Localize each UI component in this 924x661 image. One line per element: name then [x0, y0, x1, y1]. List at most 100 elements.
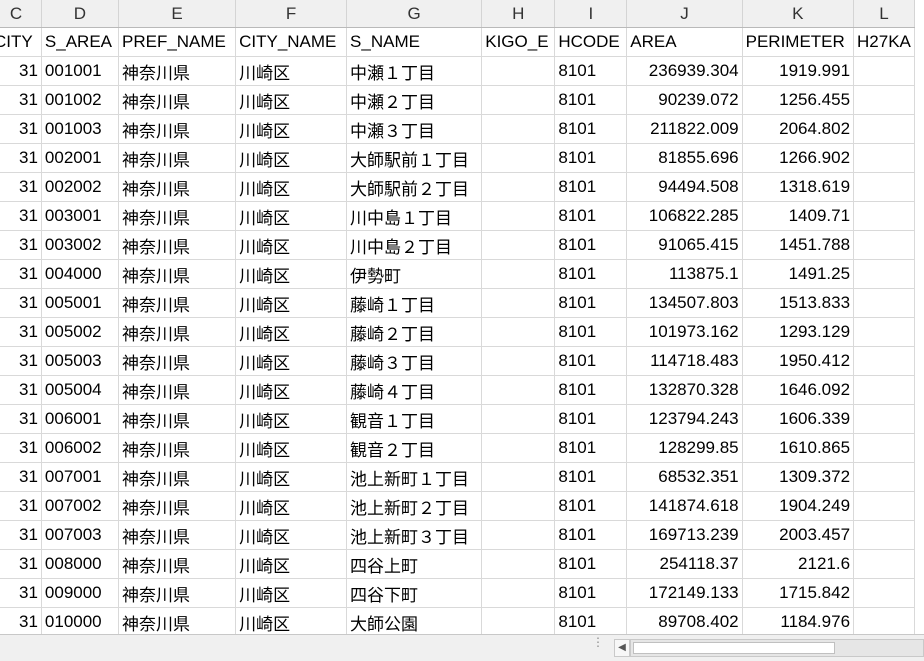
- h27ka-cell[interactable]: [853, 491, 915, 521]
- h27ka-cell[interactable]: [853, 288, 915, 318]
- s-name-cell[interactable]: 四谷下町: [346, 578, 483, 608]
- kigo-e-cell[interactable]: [481, 607, 556, 634]
- s-name-cell[interactable]: 中瀬３丁目: [346, 114, 483, 144]
- s-name-cell[interactable]: 藤崎３丁目: [346, 346, 483, 376]
- s-name-cell[interactable]: 池上新町２丁目: [346, 491, 483, 521]
- city-cell[interactable]: 31: [0, 578, 42, 608]
- s-area-cell[interactable]: 008000: [41, 549, 119, 579]
- s-area-cell[interactable]: 006002: [41, 433, 119, 463]
- city-cell[interactable]: 31: [0, 375, 42, 405]
- kigo-e-cell[interactable]: [481, 375, 556, 405]
- pref-name-cell[interactable]: 神奈川県: [118, 143, 237, 173]
- s-name-cell[interactable]: 川中島１丁目: [346, 201, 483, 231]
- city-name-cell[interactable]: 川崎区: [235, 491, 348, 521]
- area-cell[interactable]: 172149.133: [626, 578, 743, 608]
- area-cell[interactable]: 123794.243: [626, 404, 743, 434]
- perimeter-cell[interactable]: 1318.619: [742, 172, 855, 202]
- scroll-left-button[interactable]: ◀: [614, 639, 630, 657]
- hcode-cell[interactable]: 8101: [554, 259, 628, 289]
- h27ka-cell[interactable]: [853, 607, 915, 634]
- perimeter-cell[interactable]: 1606.339: [742, 404, 855, 434]
- h27ka-cell[interactable]: [853, 375, 915, 405]
- pref-name-cell[interactable]: 神奈川県: [118, 346, 237, 376]
- s-area-cell[interactable]: 005001: [41, 288, 119, 318]
- perimeter-cell[interactable]: 1266.902: [742, 143, 855, 173]
- s-area-cell[interactable]: 002001: [41, 143, 119, 173]
- h27ka-cell[interactable]: [853, 549, 915, 579]
- hcode-cell[interactable]: 8101: [554, 143, 628, 173]
- s-area-cell[interactable]: 005003: [41, 346, 119, 376]
- s-area-cell[interactable]: 001003: [41, 114, 119, 144]
- s-area-cell[interactable]: 007003: [41, 520, 119, 550]
- city-cell[interactable]: 31: [0, 201, 42, 231]
- area-cell[interactable]: 132870.328: [626, 375, 743, 405]
- city-cell[interactable]: 31: [0, 317, 42, 347]
- column-header-d[interactable]: D: [41, 0, 119, 28]
- area-cell[interactable]: 101973.162: [626, 317, 743, 347]
- hcode-cell[interactable]: 8101: [554, 85, 628, 115]
- city-name-cell[interactable]: 川崎区: [235, 85, 348, 115]
- s-name-cell[interactable]: 池上新町１丁目: [346, 462, 483, 492]
- h27ka-cell[interactable]: [853, 578, 915, 608]
- city-cell[interactable]: 31: [0, 172, 42, 202]
- pref-name-cell[interactable]: 神奈川県: [118, 404, 237, 434]
- column-header-l[interactable]: L: [853, 0, 915, 28]
- city-name-cell[interactable]: 川崎区: [235, 462, 348, 492]
- s-area-cell[interactable]: 005002: [41, 317, 119, 347]
- perimeter-cell[interactable]: 1950.412: [742, 346, 855, 376]
- column-header-k[interactable]: K: [742, 0, 855, 28]
- s-area-cell[interactable]: 003001: [41, 201, 119, 231]
- h27ka-cell[interactable]: [853, 404, 915, 434]
- pref-name-cell[interactable]: 神奈川県: [118, 201, 237, 231]
- s-name-cell[interactable]: 大師駅前１丁目: [346, 143, 483, 173]
- city-name-cell[interactable]: 川崎区: [235, 433, 348, 463]
- field-cell[interactable]: S_NAME: [346, 27, 483, 57]
- hcode-cell[interactable]: 8101: [554, 433, 628, 463]
- pref-name-cell[interactable]: 神奈川県: [118, 462, 237, 492]
- field-cell[interactable]: S_AREA: [41, 27, 119, 57]
- hcode-cell[interactable]: 8101: [554, 201, 628, 231]
- area-cell[interactable]: 134507.803: [626, 288, 743, 318]
- field-cell[interactable]: PERIMETER: [742, 27, 855, 57]
- field-cell[interactable]: KIGO_E: [481, 27, 556, 57]
- column-header-e[interactable]: E: [118, 0, 237, 28]
- city-cell[interactable]: 31: [0, 433, 42, 463]
- hcode-cell[interactable]: 8101: [554, 172, 628, 202]
- hcode-cell[interactable]: 8101: [554, 578, 628, 608]
- city-name-cell[interactable]: 川崎区: [235, 230, 348, 260]
- hcode-cell[interactable]: 8101: [554, 288, 628, 318]
- s-area-cell[interactable]: 001002: [41, 85, 119, 115]
- column-header-c[interactable]: C: [0, 0, 42, 28]
- perimeter-cell[interactable]: 1610.865: [742, 433, 855, 463]
- pref-name-cell[interactable]: 神奈川県: [118, 85, 237, 115]
- hcode-cell[interactable]: 8101: [554, 549, 628, 579]
- hcode-cell[interactable]: 8101: [554, 520, 628, 550]
- h27ka-cell[interactable]: [853, 114, 915, 144]
- area-cell[interactable]: 68532.351: [626, 462, 743, 492]
- area-cell[interactable]: 81855.696: [626, 143, 743, 173]
- h27ka-cell[interactable]: [853, 346, 915, 376]
- city-cell[interactable]: 31: [0, 607, 42, 634]
- s-name-cell[interactable]: 中瀬２丁目: [346, 85, 483, 115]
- perimeter-cell[interactable]: 1646.092: [742, 375, 855, 405]
- pref-name-cell[interactable]: 神奈川県: [118, 433, 237, 463]
- kigo-e-cell[interactable]: [481, 230, 556, 260]
- kigo-e-cell[interactable]: [481, 288, 556, 318]
- s-area-cell[interactable]: 007001: [41, 462, 119, 492]
- pref-name-cell[interactable]: 神奈川県: [118, 114, 237, 144]
- column-header-f[interactable]: F: [235, 0, 348, 28]
- city-name-cell[interactable]: 川崎区: [235, 143, 348, 173]
- hcode-cell[interactable]: 8101: [554, 317, 628, 347]
- s-area-cell[interactable]: 006001: [41, 404, 119, 434]
- hcode-cell[interactable]: 8101: [554, 56, 628, 86]
- column-header-i[interactable]: I: [554, 0, 628, 28]
- perimeter-cell[interactable]: 1715.842: [742, 578, 855, 608]
- s-name-cell[interactable]: 四谷上町: [346, 549, 483, 579]
- kigo-e-cell[interactable]: [481, 56, 556, 86]
- s-area-cell[interactable]: 002002: [41, 172, 119, 202]
- h27ka-cell[interactable]: [853, 317, 915, 347]
- s-name-cell[interactable]: 大師公園: [346, 607, 483, 634]
- pref-name-cell[interactable]: 神奈川県: [118, 230, 237, 260]
- pref-name-cell[interactable]: 神奈川県: [118, 549, 237, 579]
- kigo-e-cell[interactable]: [481, 172, 556, 202]
